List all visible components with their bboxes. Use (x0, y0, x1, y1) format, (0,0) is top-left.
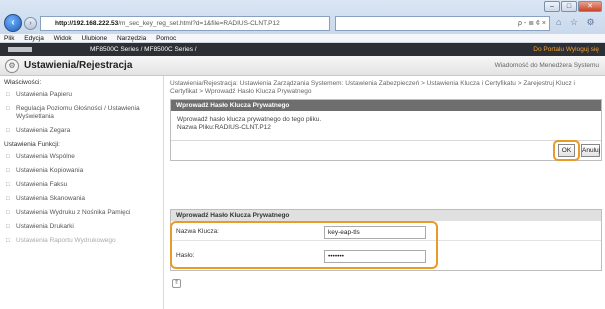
sidebar-group-functions: Ustawienia Funkcji: (4, 141, 60, 148)
password-prompt-panel: Wprowadź Hasło Klucza Prywatnego Wprowad… (170, 99, 602, 161)
url-host: http://192.168.222.53 (55, 20, 119, 27)
menu-pomoc[interactable]: Pomoc (156, 35, 176, 42)
breadcrumb: Ustawienia/Rejestracja: Ustawienia Zarzą… (170, 80, 575, 95)
brand-logo (8, 47, 32, 52)
minimize-icon[interactable]: – (544, 1, 560, 12)
sidebar: Właściwości: Ustawienia Papieru Regulacj… (0, 76, 164, 309)
settings-gear-icon: ⚙ (5, 59, 19, 73)
close-icon[interactable]: ✕ (578, 1, 602, 12)
ok-button[interactable]: OK (558, 144, 575, 157)
file-name-text: Nazwa Pliku:RADIUS-CLNT.P12 (177, 124, 271, 131)
forward-arrow-icon[interactable]: › (24, 17, 37, 30)
admin-message-link[interactable]: Wiadomość do Menedżera Systemu (495, 62, 599, 69)
prompt-text: Wprowadź hasło klucza prywatnego do tego… (177, 116, 322, 123)
sidebar-item-report[interactable]: Ustawienia Raportu Wydrukowego (0, 234, 163, 248)
browser-menubar: Plik Edycja Widok Ulubione Narzędzia Pom… (0, 34, 605, 43)
page-title-bar: ⚙ Ustawienia/Rejestracja Wiadomość do Me… (0, 56, 605, 76)
scroll-fade (0, 293, 163, 309)
sidebar-item-clock[interactable]: Ustawienia Zegara (0, 124, 163, 138)
sidebar-item-paper[interactable]: Ustawienia Papieru (0, 88, 163, 102)
panel-header: Wprowadź Hasło Klucza Prywatnego (171, 100, 601, 111)
menu-edycja[interactable]: Edycja (24, 35, 44, 42)
sidebar-item-scan[interactable]: Ustawienia Skanowania (0, 192, 163, 206)
maximize-icon[interactable]: □ (561, 1, 577, 12)
menu-narzedzia[interactable]: Narzędzia (117, 35, 146, 42)
form-highlight-ring (170, 221, 438, 269)
sidebar-group-properties: Właściwości: (4, 79, 42, 86)
divider (171, 140, 601, 141)
panel-body: Wprowadź hasło klucza prywatnego do tego… (171, 111, 601, 137)
back-arrow-icon[interactable]: ‹ (4, 14, 22, 32)
cancel-button[interactable]: Anuluj (581, 144, 600, 157)
top-arrow-icon[interactable]: ⇑ (172, 279, 181, 288)
sidebar-item-memory-print[interactable]: Ustawienia Wydruku z Nośnika Pamięci (0, 206, 163, 220)
browser-toolbar: – □ ✕ ‹ › http://192.168.222.53/m_sec_ke… (0, 0, 605, 34)
home-favorites-settings-icons[interactable]: ⌂ ☆ ⚙ (556, 17, 598, 28)
sidebar-item-fax[interactable]: Ustawienia Faksu (0, 178, 163, 192)
sidebar-item-common[interactable]: Ustawienia Wspólne (0, 150, 163, 164)
address-tools[interactable]: ρ - ≣ ¢ × (335, 16, 550, 31)
form-header: Wprowadź Hasło Klucza Prywatnego (171, 210, 601, 221)
sidebar-item-printer[interactable]: Ustawienia Drukarki (0, 220, 163, 234)
sidebar-item-copy[interactable]: Ustawienia Kopiowania (0, 164, 163, 178)
device-title: MF8500C Series / MF8500C Series / (90, 46, 197, 53)
sidebar-item-volume-display[interactable]: Regulacja Poziomu Głośności / Ustawienia… (0, 102, 163, 124)
menu-plik[interactable]: Plik (4, 35, 14, 42)
portal-logout-links[interactable]: Do Portalu Wyloguj się (533, 43, 599, 56)
device-header: MF8500C Series / MF8500C Series / Do Por… (0, 43, 605, 56)
address-bar[interactable]: http://192.168.222.53/m_sec_key_reg_set.… (40, 16, 330, 31)
menu-widok[interactable]: Widok (54, 35, 72, 42)
page-title: Ustawienia/Rejestracja (24, 60, 133, 71)
window-controls: – □ ✕ (544, 1, 602, 12)
menu-ulubione[interactable]: Ulubione (82, 35, 108, 42)
url-path: /m_sec_key_reg_set.html?d=1&file=RADIUS-… (118, 20, 280, 27)
